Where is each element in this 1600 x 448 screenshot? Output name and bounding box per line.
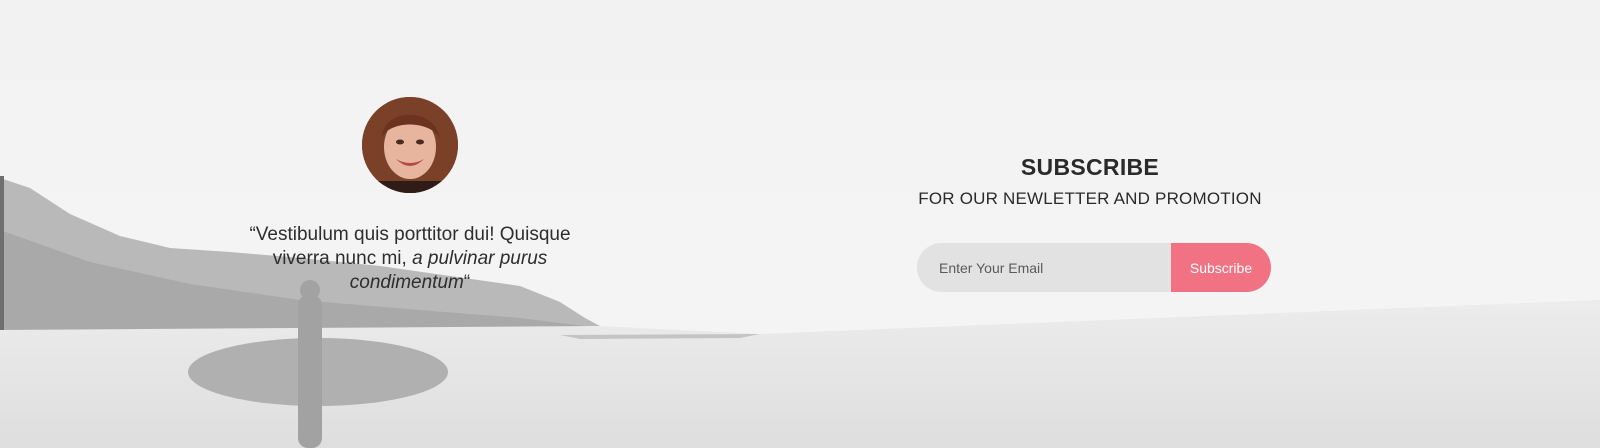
- testimonial-quote: “Vestibulum quis porttitor dui! Quisque …: [230, 223, 590, 295]
- subscribe-subtitle: FOR OUR NEWLETTER AND PROMOTION: [918, 189, 1262, 208]
- quote-close: “: [463, 272, 471, 293]
- subscribe-form: Subscribe: [917, 243, 1271, 292]
- subscribe-button[interactable]: Subscribe: [1171, 243, 1271, 292]
- person-avatar-icon: [362, 97, 458, 193]
- email-input[interactable]: [917, 243, 1171, 292]
- subscribe-title: SUBSCRIBE: [1020, 154, 1160, 180]
- subscribe-section: SUBSCRIBE FOR OUR NEWLETTER AND PROMOTIO…: [880, 154, 1300, 292]
- testimonial: “Vestibulum quis porttitor dui! Quisque …: [230, 97, 590, 295]
